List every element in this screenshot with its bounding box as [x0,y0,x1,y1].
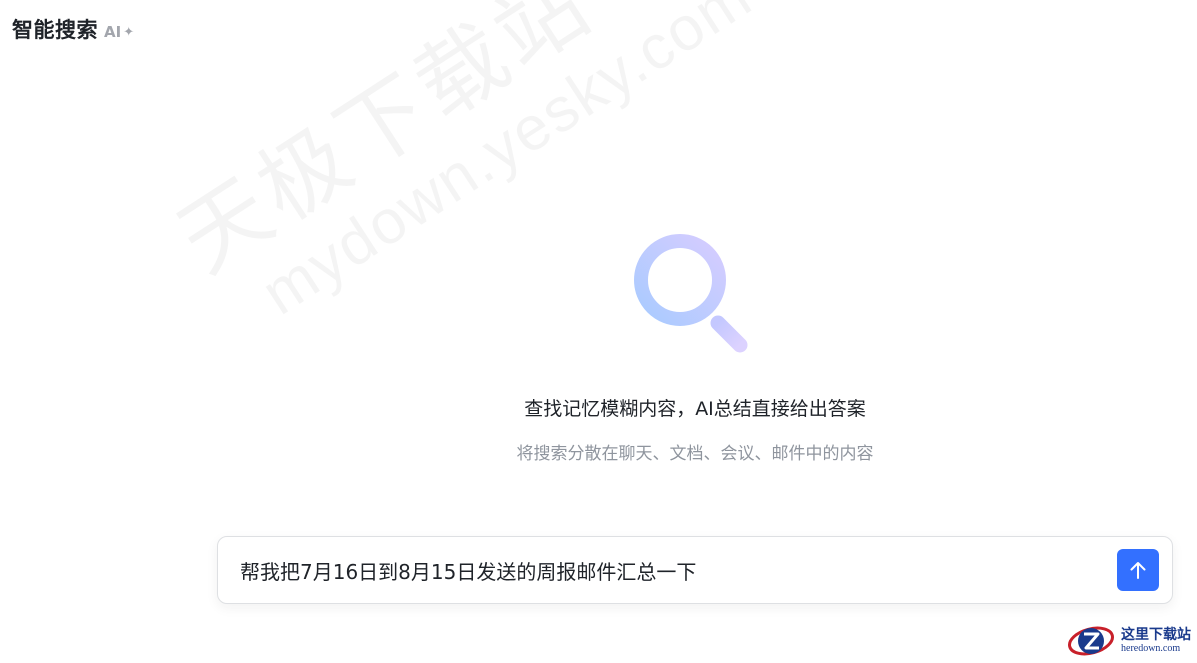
ai-badge: AI ✦ [104,23,134,41]
empty-state: 查找记忆模糊内容，AI总结直接给出答案 将搜索分散在聊天、文档、会议、邮件中的内… [395,230,995,464]
z-logo-icon [1068,626,1114,656]
empty-state-title: 查找记忆模糊内容，AI总结直接给出答案 [524,398,866,420]
smart-search-page: 天极下载站 mydown.yesky.com 智能搜索 AI ✦ 查 [0,0,1197,663]
search-composer [217,536,1173,604]
site-logo-cn: 这里下载站 [1121,627,1191,643]
ai-badge-label: AI [104,23,122,41]
sparkle-icon: ✦ [123,24,135,40]
search-query-input[interactable] [218,537,1117,603]
arrow-up-icon [1130,562,1146,579]
send-button[interactable] [1117,549,1159,591]
page-header: 智能搜索 AI ✦ [12,14,134,44]
site-logo-text: 这里下载站 heredown.com [1121,628,1191,654]
site-logo-en: heredown.com [1121,643,1181,654]
page-title: 智能搜索 [12,18,98,42]
search-illustration-icon [634,234,748,353]
empty-state-subtitle: 将搜索分散在聊天、文档、会议、邮件中的内容 [516,444,874,464]
site-logo: 这里下载站 heredown.com [1065,623,1191,659]
